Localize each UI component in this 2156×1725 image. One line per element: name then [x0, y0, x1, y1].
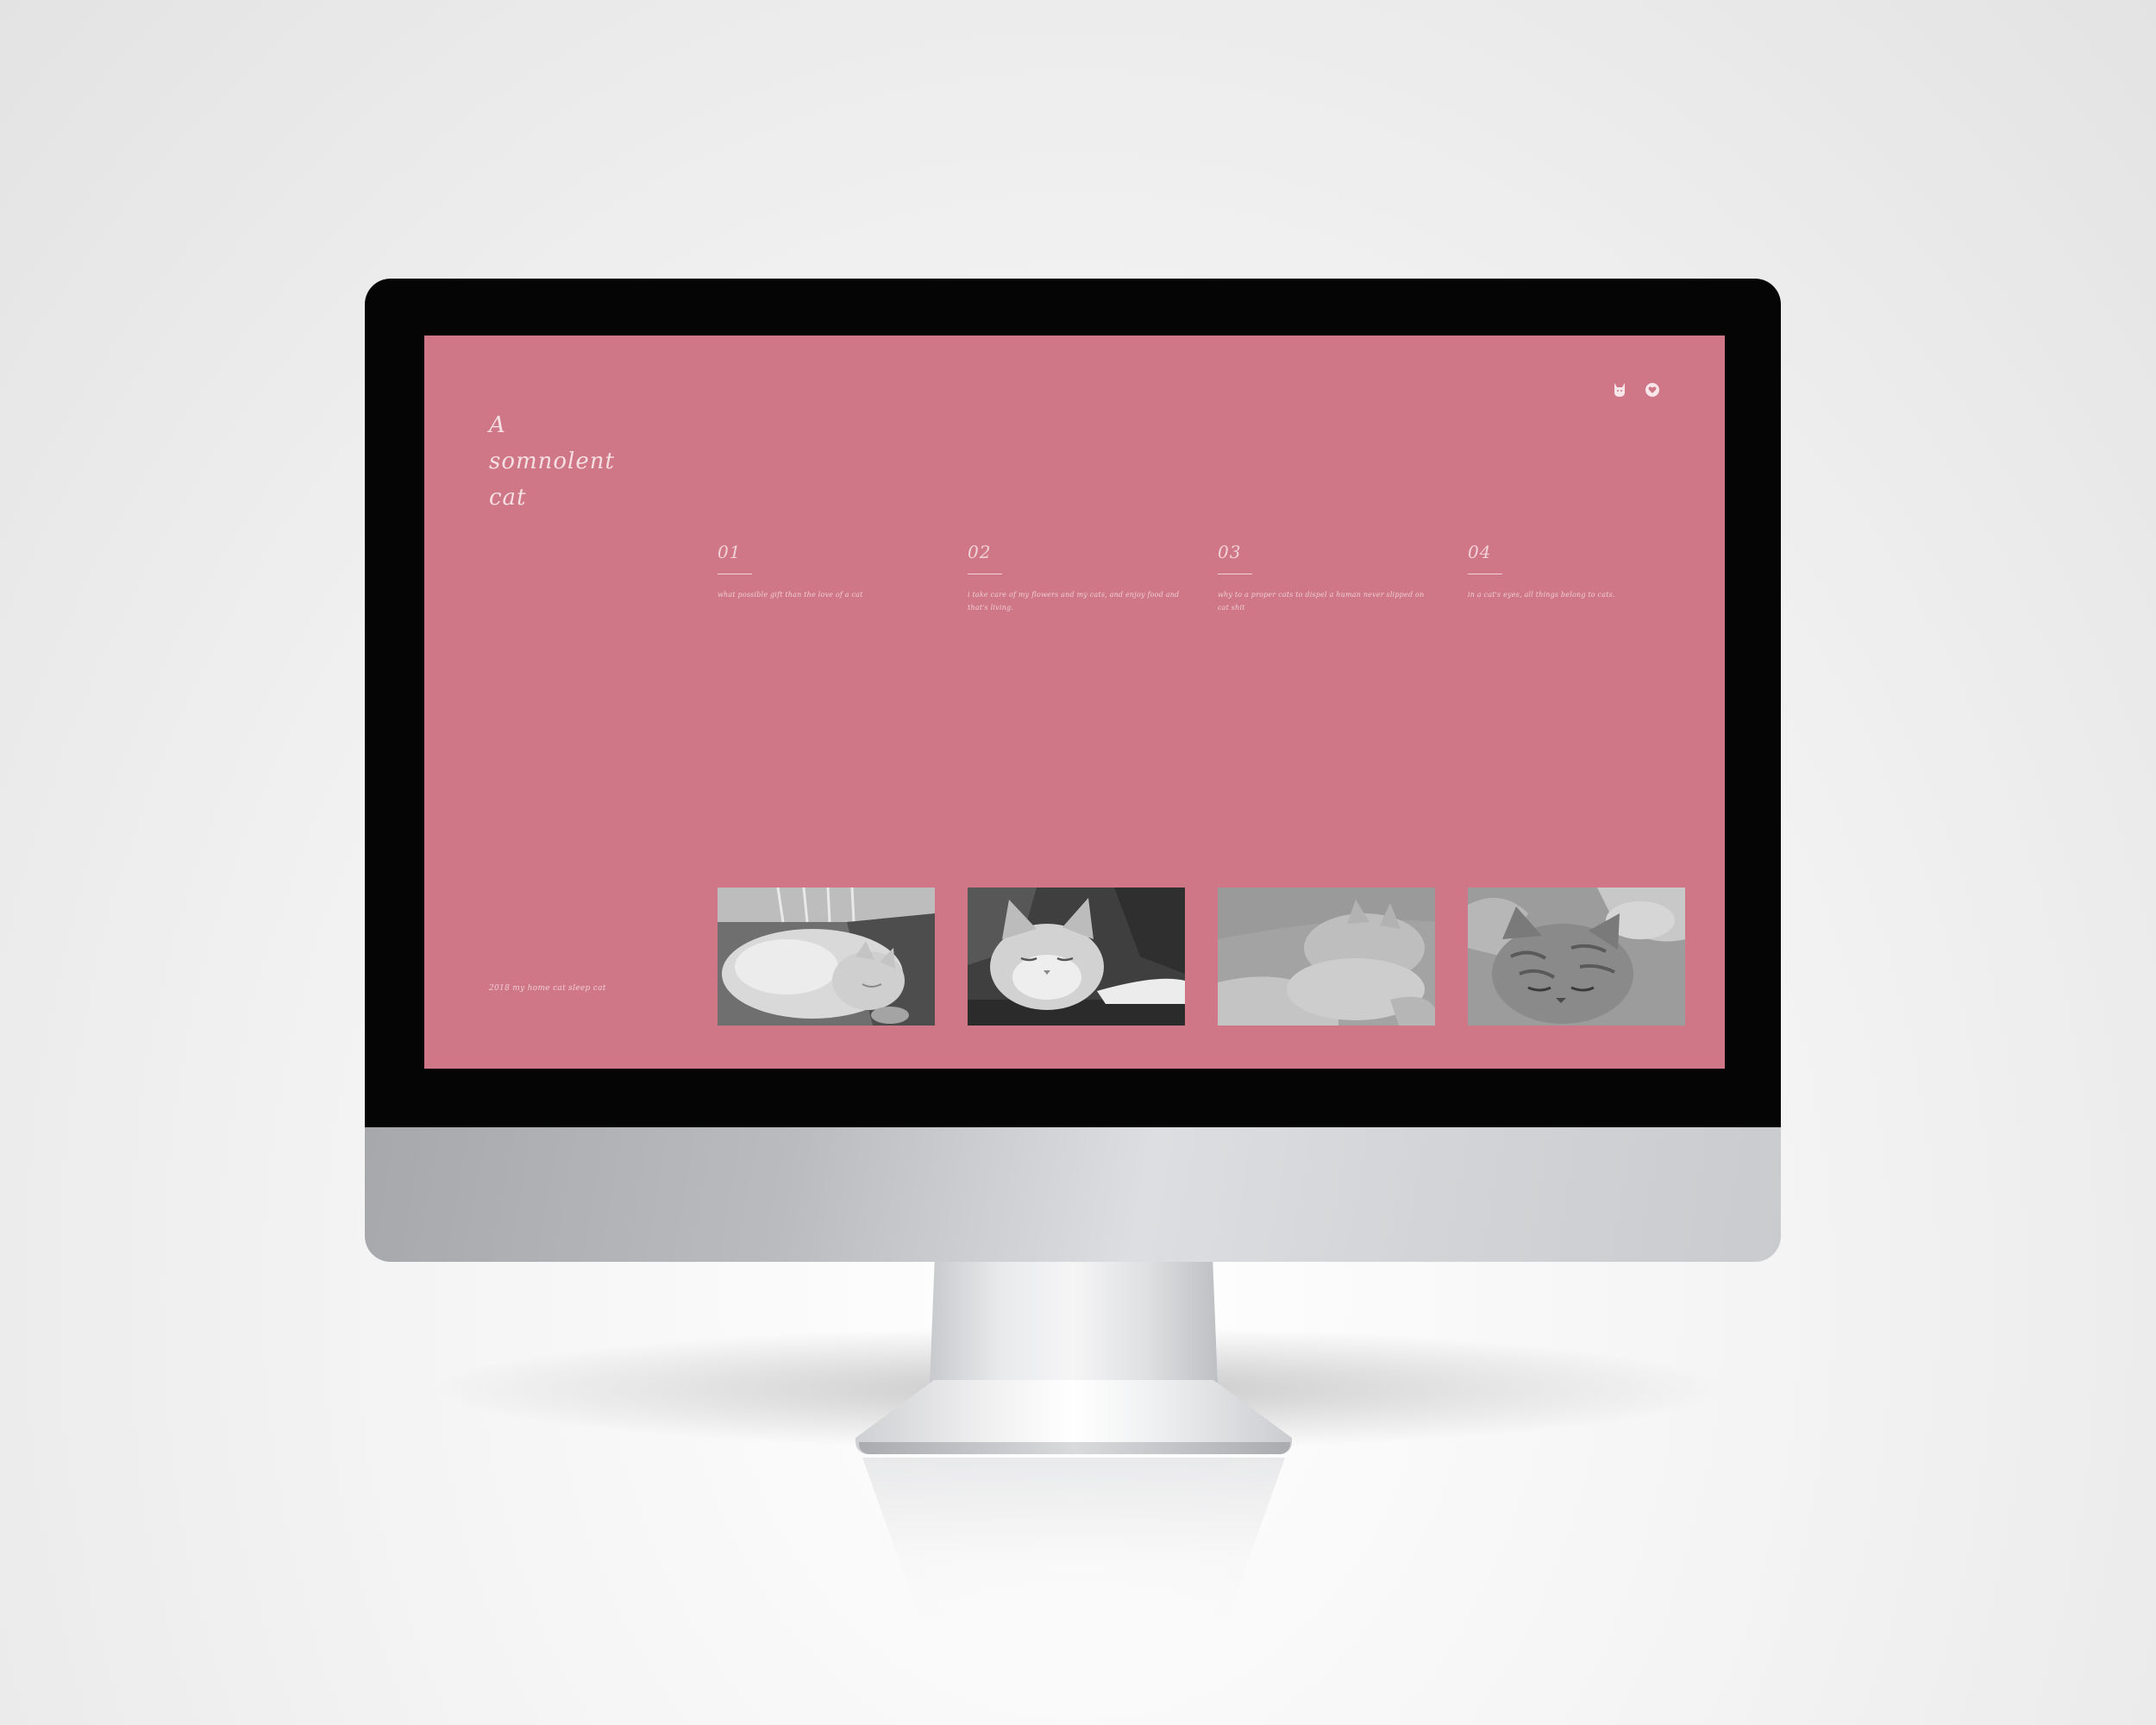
cat-photo-2[interactable] [968, 888, 1185, 1026]
footer-copyright: 2018 my home cat sleep cat [489, 984, 606, 993]
cat-photo-4[interactable] [1468, 888, 1685, 1026]
monitor-chin [365, 1126, 1781, 1262]
photo-gallery [424, 336, 1725, 1069]
cat-photo-3[interactable] [1218, 888, 1435, 1026]
monitor-stand-base-edge [859, 1442, 1290, 1454]
website-screen: A somnolent cat 01 what possible gift th… [424, 336, 1725, 1069]
mockup-scene: A somnolent cat 01 what possible gift th… [0, 0, 2156, 1725]
cat-photo-1[interactable] [718, 888, 935, 1026]
stand-reflection [862, 1458, 1285, 1647]
